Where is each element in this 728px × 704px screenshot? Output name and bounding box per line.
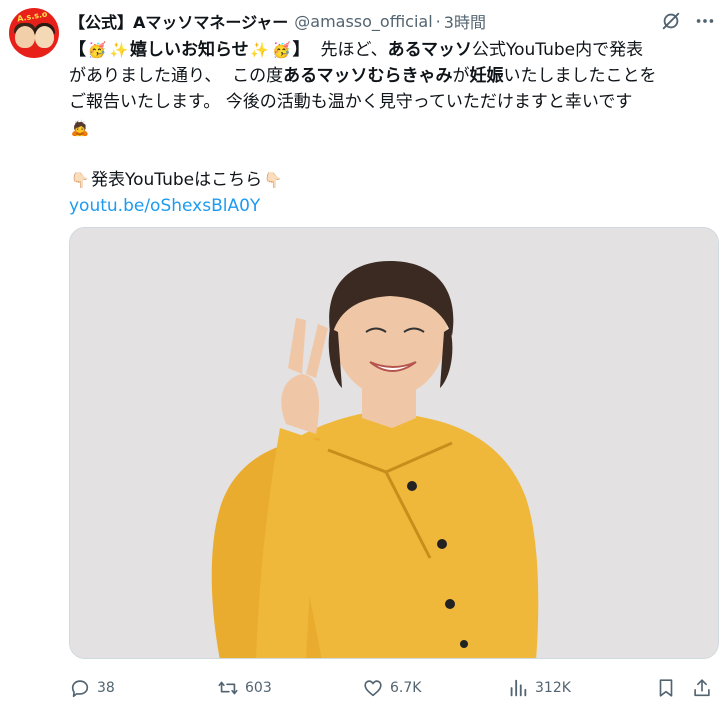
tweet-line-5: 👇🏻発表YouTubeはこちら 👇🏻 <box>69 167 719 193</box>
party-face-emoji: 🥳 <box>272 41 292 59</box>
tweet-line-2: がありました通り、 この度あるマッソむらきゃみが妊娠いたしましたことを <box>69 63 719 89</box>
photo-illustration <box>70 228 718 658</box>
like-icon <box>364 680 382 697</box>
avatar[interactable]: A.s.s.o <box>9 8 59 58</box>
tweet-photo[interactable] <box>69 227 719 659</box>
bookmark-button[interactable] <box>655 674 683 702</box>
tweet[interactable]: A.s.s.o 【公式】Aマッソマネージャー @amasso_official … <box>0 0 728 704</box>
bracket-open: 【 <box>69 40 86 60</box>
tweet-bold-segment: あるマッソ <box>387 40 472 60</box>
like-count: 6.7K <box>390 680 422 696</box>
like-button[interactable]: 6.7K <box>362 674 421 702</box>
display-name[interactable]: 【公式】Aマッソマネージャー <box>69 9 288 33</box>
sparkles-emoji: ✨ <box>109 41 129 59</box>
user-handle[interactable]: @amasso_official <box>294 12 432 31</box>
views-button[interactable]: 312K <box>507 674 571 702</box>
grok-icon[interactable] <box>660 10 682 32</box>
announce-text: 嬉しいお知らせ <box>130 40 249 60</box>
sparkles-emoji: ✨ <box>250 41 270 59</box>
repost-icon <box>218 681 238 695</box>
reply-button[interactable]: 38 <box>69 674 115 702</box>
bracket-close: 】 <box>292 40 310 60</box>
more-icon[interactable] <box>694 10 716 32</box>
share-icon <box>694 679 710 697</box>
tweet-bold-segment: 妊娠 <box>469 66 504 86</box>
tweet-header: 【公式】Aマッソマネージャー @amasso_official · 3時間 <box>69 8 486 34</box>
bookmark-icon <box>659 679 673 697</box>
bowing-person-emoji: 🙇 <box>70 119 90 137</box>
tweet-text-segment: 先ほど、 <box>320 40 388 60</box>
youtube-link[interactable]: youtu.be/oShexsBlA0Y <box>69 196 260 216</box>
views-icon <box>510 679 527 697</box>
avatar-person-right-face <box>35 26 54 48</box>
tweet-text-segment: がありました通り、 <box>69 66 222 86</box>
view-count: 312K <box>535 680 571 696</box>
tweet-text-segment: 公式YouTube内で発表 <box>471 40 644 60</box>
timestamp[interactable]: 3時間 <box>444 9 486 33</box>
reply-count: 38 <box>97 680 115 696</box>
separator-dot: · <box>435 11 441 31</box>
tweet-text: 【🥳 ✨嬉しいお知らせ ✨ 🥳】 先ほど、あるマッソ公式YouTube内で発表 があり… <box>69 37 719 219</box>
repost-count: 603 <box>245 680 272 696</box>
tweet-line-4: 🙇 <box>69 115 719 141</box>
share-button[interactable] <box>691 674 719 702</box>
tweet-text-segment: が <box>452 66 470 86</box>
tweet-line-empty <box>69 141 719 167</box>
repost-button[interactable]: 603 <box>217 674 272 702</box>
tweet-line-3: ご報告いたします。 今後の活動も温かく見守っていただけますと幸いです <box>69 92 633 112</box>
avatar-person-left-face <box>15 26 35 48</box>
tweet-text-segment: この度 <box>232 66 284 86</box>
reply-icon <box>71 680 89 698</box>
tweet-bold-segment: あるマッソむらきゃみ <box>283 66 453 86</box>
tweet-line-1: 【🥳 ✨嬉しいお知らせ ✨ 🥳】 先ほど、あるマッソ公式YouTube内で発表 <box>69 37 719 63</box>
youtube-prompt-text: 発表YouTubeはこちら <box>91 170 263 190</box>
pointing-down-emoji: 👇🏻 <box>70 171 90 189</box>
party-face-emoji: 🥳 <box>87 41 107 59</box>
tweet-line-6: youtu.be/oShexsBlA0Y <box>69 193 719 219</box>
tweet-text-segment: いたしましたことを <box>503 66 657 86</box>
avatar-logo: A.s.s.o <box>16 9 49 24</box>
action-bar: 38 603 6.7K 312K <box>69 674 719 702</box>
pointing-down-emoji: 👇🏻 <box>263 171 283 189</box>
